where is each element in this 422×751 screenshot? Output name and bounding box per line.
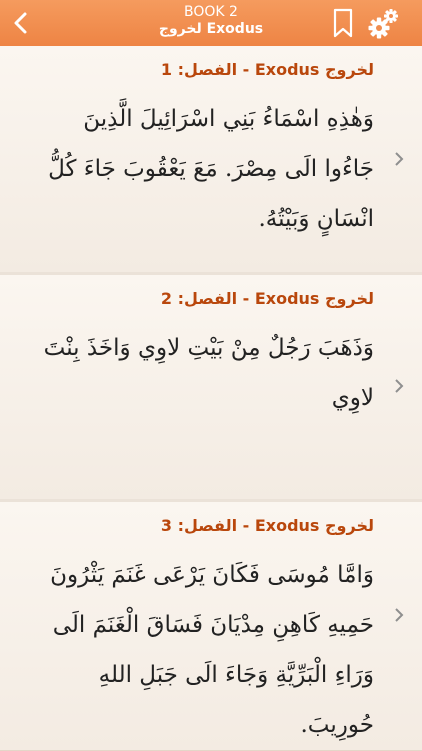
book-subtitle: لخروج Exodus: [158, 21, 264, 37]
book-label: BOOK 2: [184, 4, 238, 20]
back-button[interactable]: [6, 6, 36, 40]
chevron-left-icon: [14, 12, 27, 34]
verse-row-1[interactable]: لخروج Exodus - الفصل: 1 وَهٰذِهِ اسْمَاء…: [0, 46, 422, 273]
verse-text: وَامَّا مُوسَى فَكَانَ يَرْعَى غَنَمَ يَ…: [50, 562, 374, 738]
verse-text: وَهٰذِهِ اسْمَاءُ بَنِي اسْرَائِيلَ الَّ…: [48, 106, 374, 232]
verse-row-3[interactable]: لخروج Exodus - الفصل: 3 وَامَّا مُوسَى ف…: [0, 502, 422, 751]
chevron-right-icon: [395, 608, 404, 622]
book-title: BOOK 2 لخروج Exodus: [90, 4, 332, 38]
settings-button[interactable]: [366, 7, 400, 41]
chevron-right-icon: [395, 152, 404, 166]
chevron-right-icon: [395, 379, 404, 393]
verse-text: وَذَهَبَ رَجُلٌ مِنْ بَيْتِ لاوِي وَاخَذ…: [43, 335, 374, 411]
bookmark-button[interactable]: [333, 8, 353, 38]
verse-heading: لخروج Exodus - الفصل: 2: [160, 289, 374, 308]
verse-heading: لخروج Exodus - الفصل: 1: [160, 60, 374, 79]
gear-icon: [368, 9, 398, 39]
verse-row-2[interactable]: لخروج Exodus - الفصل: 2 وَذَهَبَ رَجُلٌ …: [0, 275, 422, 500]
top-bar: BOOK 2 لخروج Exodus: [0, 0, 422, 46]
bookmark-icon: [333, 8, 353, 38]
verse-heading: لخروج Exodus - الفصل: 3: [160, 516, 374, 535]
